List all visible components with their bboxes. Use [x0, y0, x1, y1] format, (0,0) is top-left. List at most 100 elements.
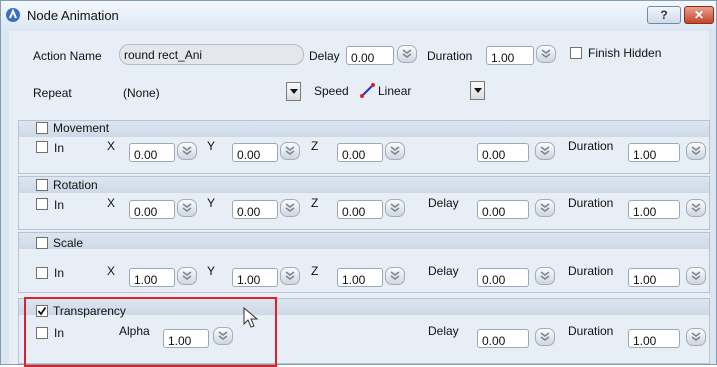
scale-duration-spinner[interactable] — [686, 267, 706, 285]
group-header — [19, 121, 709, 137]
movement-duration-spinner[interactable] — [686, 142, 706, 160]
mouse-pointer-icon — [243, 307, 259, 328]
rotation-title: Rotation — [53, 178, 98, 192]
app-icon — [6, 8, 20, 22]
duration-spinner-button[interactable] — [536, 45, 556, 63]
rotation-z-spinner[interactable] — [385, 199, 405, 217]
chevron-double-down-icon — [541, 49, 551, 58]
rotation-x-spinner[interactable] — [177, 199, 197, 217]
close-button[interactable]: ✕ — [684, 6, 714, 24]
scale-delay-spinner[interactable] — [535, 267, 555, 285]
scale-duration-label: Duration — [568, 264, 614, 278]
movement-x-spinner[interactable] — [177, 142, 197, 160]
rotation-x-label: X — [107, 196, 116, 210]
rotation-in-checkbox[interactable] — [36, 198, 48, 210]
delay-input[interactable]: 0.00 — [346, 46, 394, 65]
rotation-delay-spinner[interactable] — [535, 199, 555, 217]
scale-in-checkbox[interactable] — [36, 267, 48, 279]
chevron-double-down-icon — [182, 203, 192, 212]
transparency-duration-input[interactable]: 1.00 — [628, 329, 680, 348]
delay-label: Delay — [309, 49, 340, 63]
title-bar: Node Animation ? ✕ — [1, 1, 716, 29]
scale-checkbox[interactable] — [36, 237, 48, 249]
chevron-double-down-icon — [691, 203, 701, 212]
rotation-y-spinner[interactable] — [280, 199, 300, 217]
transparency-duration-spinner[interactable] — [686, 328, 706, 346]
help-button[interactable]: ? — [647, 6, 681, 24]
movement-title: Movement — [53, 121, 110, 135]
rotation-x-input[interactable]: 0.00 — [129, 200, 175, 219]
linear-curve-icon — [360, 83, 375, 98]
scale-title: Scale — [53, 236, 84, 250]
chevron-double-down-icon — [182, 146, 192, 155]
movement-z-input[interactable]: 0.00 — [337, 143, 383, 162]
chevron-double-down-icon — [390, 203, 400, 212]
action-name-input[interactable]: round rect_Ani — [119, 44, 304, 65]
duration-label: Duration — [427, 49, 473, 63]
movement-y-input[interactable]: 0.00 — [232, 143, 278, 162]
rotation-y-input[interactable]: 0.00 — [232, 200, 278, 219]
group-header — [19, 233, 709, 249]
movement-x-input[interactable]: 0.00 — [129, 143, 175, 162]
chevron-double-down-icon — [285, 146, 295, 155]
scale-delay-input[interactable]: 0.00 — [477, 268, 529, 287]
duration-input[interactable]: 1.00 — [486, 46, 534, 65]
highlight-box — [24, 297, 277, 367]
scale-delay-label: Delay — [428, 264, 459, 278]
rotation-z-input[interactable]: 0.00 — [337, 200, 383, 219]
scale-x-label: X — [107, 264, 116, 278]
scale-in-label: In — [54, 266, 65, 280]
movement-duration-label: Duration — [568, 139, 614, 153]
speed-value: Linear — [378, 84, 412, 98]
rotation-delay-label: Delay — [428, 196, 459, 210]
scale-y-input[interactable]: 1.00 — [232, 268, 278, 287]
scale-x-input[interactable]: 1.00 — [129, 268, 175, 287]
chevron-double-down-icon — [182, 271, 192, 280]
group-header — [19, 177, 709, 193]
rotation-duration-spinner[interactable] — [686, 199, 706, 217]
chevron-double-down-icon — [390, 271, 400, 280]
dropdown-button[interactable] — [470, 81, 485, 100]
rotation-y-label: Y — [207, 196, 216, 210]
node-animation-window: Node Animation ? ✕ Action Name round rec… — [0, 0, 717, 367]
chevron-double-down-icon — [285, 271, 295, 280]
repeat-value: (None) — [123, 86, 160, 100]
movement-delay-input[interactable]: 0.00 — [477, 143, 529, 162]
rotation-duration-label: Duration — [568, 196, 614, 210]
movement-in-label: In — [54, 141, 65, 155]
repeat-select[interactable]: (None) — [119, 82, 301, 101]
scale-z-input[interactable]: 1.00 — [337, 268, 383, 287]
movement-z-spinner[interactable] — [385, 142, 405, 160]
triangle-down-icon — [289, 89, 298, 94]
rotation-checkbox[interactable] — [36, 179, 48, 191]
chevron-double-down-icon — [540, 146, 550, 155]
repeat-label: Repeat — [33, 86, 72, 100]
movement-checkbox[interactable] — [36, 122, 48, 134]
transparency-delay-spinner[interactable] — [535, 328, 555, 346]
rotation-in-label: In — [54, 198, 65, 212]
transparency-duration-label: Duration — [568, 324, 614, 338]
window-title: Node Animation — [27, 7, 119, 23]
rotation-delay-input[interactable]: 0.00 — [477, 200, 529, 219]
movement-delay-spinner[interactable] — [535, 142, 555, 160]
delay-spinner-button[interactable] — [397, 45, 417, 63]
finish-hidden-checkbox[interactable] — [570, 47, 582, 59]
movement-duration-input[interactable]: 1.00 — [628, 143, 680, 162]
scale-duration-input[interactable]: 1.00 — [628, 268, 680, 287]
movement-in-checkbox[interactable] — [36, 141, 48, 153]
transparency-delay-input[interactable]: 0.00 — [477, 329, 529, 348]
chevron-double-down-icon — [390, 146, 400, 155]
movement-y-label: Y — [207, 139, 216, 153]
rotation-duration-input[interactable]: 1.00 — [628, 200, 680, 219]
action-name-label: Action Name — [33, 49, 102, 63]
movement-y-spinner[interactable] — [280, 142, 300, 160]
movement-z-label: Z — [311, 139, 319, 153]
scale-x-spinner[interactable] — [177, 267, 197, 285]
scale-z-label: Z — [311, 264, 319, 278]
speed-select[interactable]: Linear — [358, 81, 485, 100]
scale-y-spinner[interactable] — [280, 267, 300, 285]
dropdown-button[interactable] — [286, 82, 301, 101]
scale-z-spinner[interactable] — [385, 267, 405, 285]
transparency-delay-label: Delay — [428, 324, 459, 338]
chevron-double-down-icon — [540, 332, 550, 341]
